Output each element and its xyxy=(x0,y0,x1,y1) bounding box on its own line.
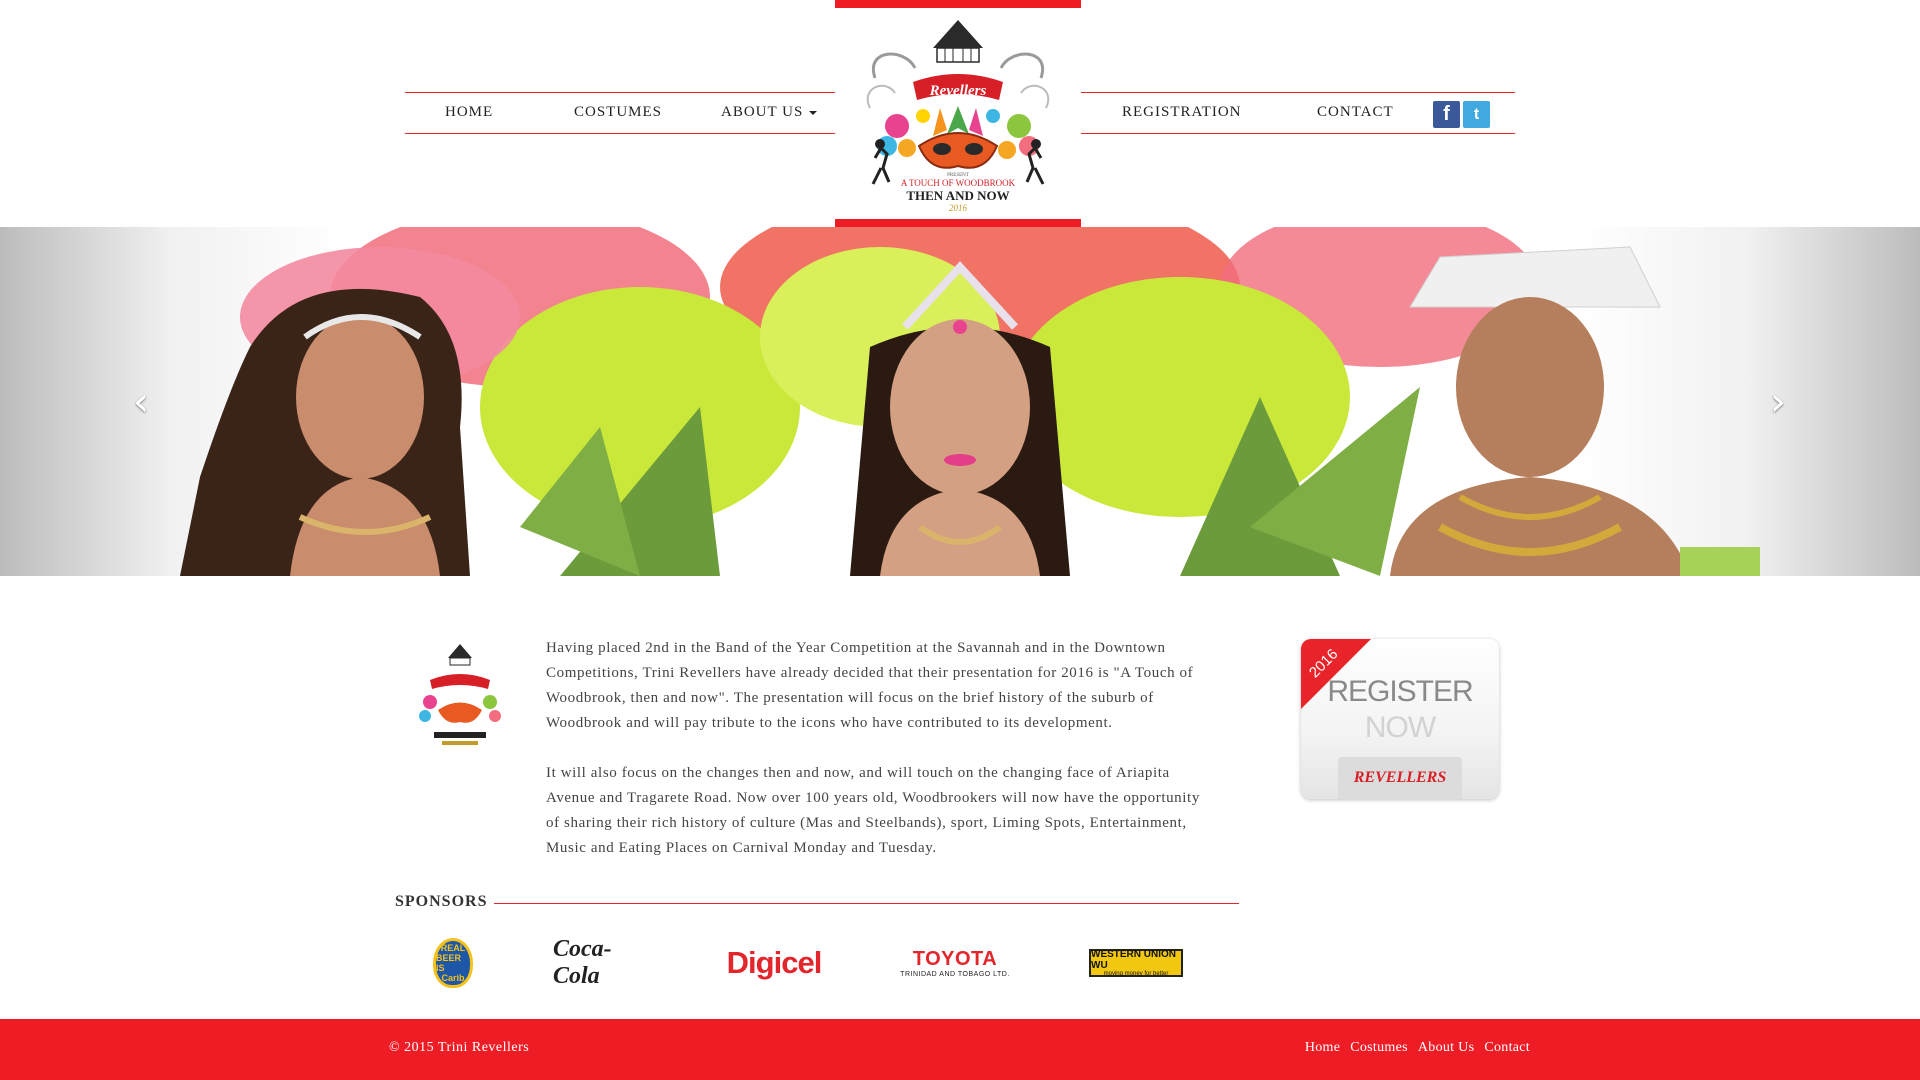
revellers-logo-graphic: Revellers PRESENT A TOUCH OF WOODBROOK T… xyxy=(866,20,1050,213)
site-logo[interactable]: Revellers PRESENT A TOUCH OF WOODBROOK T… xyxy=(835,0,1081,227)
site-header: HOME COSTUMES ABOUT US Revellers PRESENT… xyxy=(0,0,1920,227)
footer-link-contact[interactable]: Contact xyxy=(1484,1040,1530,1056)
sponsor-toyota[interactable]: TOYOTA TRINIDAD AND TOBAGO LTD. xyxy=(898,935,1012,991)
nav-about-us[interactable]: ABOUT US xyxy=(721,104,818,121)
register-label: REGISTER xyxy=(1327,675,1473,708)
intro-text: Having placed 2nd in the Band of the Yea… xyxy=(546,636,1216,886)
nav-registration[interactable]: REGISTRATION xyxy=(1122,104,1242,121)
register-card: 2016 REGISTER NOW REVELLERS xyxy=(1301,639,1499,799)
copyright-text: © 2015 Trini Revellers xyxy=(389,1040,530,1055)
register-now-button[interactable]: 2016 REGISTER NOW REVELLERS xyxy=(1297,637,1502,803)
logo-line2-text: THEN AND NOW xyxy=(906,188,1009,203)
nav-about-us-label: ABOUT US xyxy=(721,104,804,120)
register-now-label: NOW xyxy=(1364,711,1436,744)
logo-brand-text: Revellers xyxy=(929,83,987,99)
intro-logo-image xyxy=(419,644,501,745)
toyota-name: TOYOTA xyxy=(912,948,998,970)
footer-link-about-us[interactable]: About Us xyxy=(1418,1040,1474,1056)
intro-paragraph: Having placed 2nd in the Band of the Yea… xyxy=(546,640,1194,731)
footer-nav: Home Costumes About Us Contact xyxy=(1305,1040,1530,1056)
logo-year-text: 2016 xyxy=(949,203,968,213)
main-nav-left: HOME COSTUMES ABOUT US xyxy=(405,92,835,134)
digicel-logo: Digicel xyxy=(726,945,823,980)
carib-line3: Carib xyxy=(441,973,465,983)
carousel-prev-icon[interactable]: ‹ xyxy=(121,377,161,427)
register-brand: REVELLERS xyxy=(1338,757,1462,799)
sponsor-coca-cola[interactable]: Coca-Cola xyxy=(553,935,649,991)
wu-name: WESTERN UNION WU xyxy=(1091,948,1176,971)
sponsors-divider xyxy=(494,903,1239,904)
site-footer: © 2015 Trini Revellers Home Costumes Abo… xyxy=(0,1019,1920,1080)
hero-slide-image xyxy=(180,227,1760,576)
coca-cola-logo: Coca-Cola xyxy=(553,936,612,989)
sponsors-heading: SPONSORS xyxy=(395,893,494,911)
toyota-logo: TOYOTA TRINIDAD AND TOBAGO LTD. xyxy=(900,948,1010,978)
nav-costumes[interactable]: COSTUMES xyxy=(574,104,662,121)
wu-tagline: moving money for better xyxy=(1103,970,1169,977)
sponsor-carib[interactable]: REAL BEER IS Carib xyxy=(431,935,475,991)
carib-line2: BEER IS xyxy=(436,953,462,973)
hero-carousel[interactable]: ‹ › xyxy=(0,227,1920,576)
footer-link-costumes[interactable]: Costumes xyxy=(1350,1040,1408,1056)
twitter-icon[interactable]: t xyxy=(1463,101,1490,128)
toyota-sub: TRINIDAD AND TOBAGO LTD. xyxy=(900,971,1010,978)
intro-paragraph: It will also focus on the changes then a… xyxy=(546,765,1200,856)
nav-home[interactable]: HOME xyxy=(445,104,493,121)
footer-link-home[interactable]: Home xyxy=(1305,1040,1340,1056)
chevron-down-icon xyxy=(809,110,818,115)
carousel-next-icon[interactable]: › xyxy=(1758,377,1798,427)
carib-line1: REAL xyxy=(440,943,466,953)
main-nav-right: REGISTRATION CONTACT f t xyxy=(1081,92,1515,134)
logo-line1-text: A TOUCH OF WOODBROOK xyxy=(901,178,1016,188)
sponsor-western-union[interactable]: WESTERN UNION WU moving money for better xyxy=(1088,935,1184,991)
sponsor-digicel[interactable]: Digicel xyxy=(726,935,823,991)
facebook-icon[interactable]: f xyxy=(1433,101,1460,128)
nav-contact[interactable]: CONTACT xyxy=(1317,104,1394,121)
carib-logo: REAL BEER IS Carib xyxy=(433,938,473,988)
western-union-logo: WESTERN UNION WU moving money for better xyxy=(1089,949,1183,977)
